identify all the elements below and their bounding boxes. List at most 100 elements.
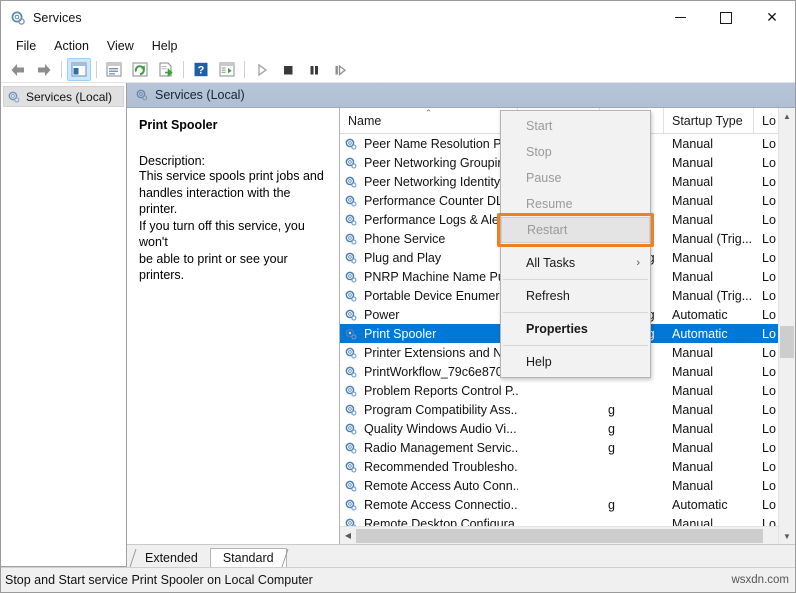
show-hide-tree-button[interactable] xyxy=(67,58,91,81)
close-button[interactable]: ✕ xyxy=(749,1,795,34)
cell-service-name: Radio Management Servic... xyxy=(340,441,518,455)
vertical-scrollbar[interactable]: ▲ ▼ xyxy=(778,108,795,544)
watermark-text: wsxdn.com xyxy=(731,574,789,586)
services-gear-icon xyxy=(344,422,360,436)
cell-startup-type: Manual xyxy=(672,250,713,265)
tab-slant-icon xyxy=(129,549,137,567)
detail-description-line: This service spools print jobs and xyxy=(139,169,324,183)
cell-service-name: Remote Desktop Configura... xyxy=(340,517,518,526)
cell-startup-type: Manual xyxy=(672,478,713,493)
cell-startup-type: Manual xyxy=(672,155,713,170)
table-row[interactable]: Recommended Troublesho... Manual Lo xyxy=(340,457,795,476)
horizontal-scroll-thumb[interactable] xyxy=(356,528,763,543)
service-detail-panel: Print Spooler Description: This service … xyxy=(127,108,340,544)
menu-help[interactable]: Help xyxy=(143,36,187,56)
cell-service-name-label: Power xyxy=(364,307,400,322)
pause-service-button[interactable] xyxy=(302,58,326,81)
detail-description-label: Description: xyxy=(139,154,205,168)
table-row[interactable]: Remote Access Auto Conn... Manual Lo xyxy=(340,476,795,495)
export-list-button[interactable] xyxy=(154,58,178,81)
services-gear-icon xyxy=(344,384,360,398)
scroll-up-icon[interactable]: ▲ xyxy=(779,108,795,124)
cell-status: g xyxy=(608,440,615,455)
vertical-scroll-track[interactable] xyxy=(779,124,795,528)
vertical-scroll-thumb[interactable] xyxy=(780,326,794,358)
table-row[interactable]: Remote Access Connectio... g Automatic Lo xyxy=(340,495,795,514)
services-gear-icon xyxy=(344,251,360,265)
tab-extended[interactable]: Extended xyxy=(129,549,210,567)
console-tree-pane: Services (Local) xyxy=(1,83,127,567)
back-button[interactable] xyxy=(6,58,30,81)
context-menu-item-start: Start xyxy=(501,113,650,139)
table-row[interactable]: Quality Windows Audio Vi... g Manual Lo xyxy=(340,419,795,438)
services-list-panel: Name ⌃ Description Status Startup Type L… xyxy=(340,108,795,544)
services-gear-icon xyxy=(344,137,360,151)
tab-label: Extended xyxy=(145,551,198,565)
services-gear-icon xyxy=(7,90,21,104)
services-gear-icon xyxy=(344,460,360,474)
detail-description-line: If you turn off this service, you won't xyxy=(139,218,305,250)
table-row[interactable]: Remote Desktop Configura... Manual Lo xyxy=(340,514,795,526)
column-header-startup-type[interactable]: Startup Type xyxy=(664,108,754,133)
start-service-button[interactable] xyxy=(250,58,274,81)
horizontal-scrollbar[interactable]: ◀ ▶ xyxy=(340,526,795,544)
cell-startup-type: Manual (Trig... xyxy=(672,231,753,246)
scroll-left-icon[interactable]: ◀ xyxy=(340,528,356,544)
cell-service-name-label: PNRP Machine Name Publi... xyxy=(364,269,518,284)
cell-startup-type: Manual xyxy=(672,516,713,527)
cell-service-name: Quality Windows Audio Vi... xyxy=(340,422,518,436)
cell-service-name-label: Peer Networking Identity M... xyxy=(364,174,518,189)
cell-service-name: Performance Counter DLL ... xyxy=(340,194,518,208)
toolbar: ? xyxy=(1,57,795,83)
stop-service-button[interactable] xyxy=(276,58,300,81)
scroll-down-icon[interactable]: ▼ xyxy=(779,528,795,544)
restart-service-button[interactable] xyxy=(328,58,352,81)
cell-startup-type: Manual xyxy=(672,459,713,474)
context-menu-item-label: Properties xyxy=(526,322,588,336)
services-gear-icon xyxy=(344,517,360,526)
column-header-label: Startup Type xyxy=(672,113,743,128)
maximize-button[interactable] xyxy=(703,1,749,34)
cell-status: g xyxy=(608,497,615,512)
refresh-button[interactable] xyxy=(128,58,152,81)
horizontal-scroll-track[interactable] xyxy=(356,528,779,544)
context-menu-item-help[interactable]: Help xyxy=(501,349,650,375)
cell-startup-type: Manual xyxy=(672,383,713,398)
column-header-label: Lo xyxy=(762,113,776,128)
help-button[interactable]: ? xyxy=(189,58,213,81)
table-row[interactable]: Problem Reports Control P... Manual Lo xyxy=(340,381,795,400)
minimize-button[interactable] xyxy=(657,1,703,34)
column-header-label: Name xyxy=(348,113,382,128)
context-menu-item-refresh[interactable]: Refresh xyxy=(501,283,650,309)
table-row[interactable]: Program Compatibility Ass... g Manual Lo xyxy=(340,400,795,419)
menu-view[interactable]: View xyxy=(98,36,143,56)
services-gear-icon xyxy=(10,10,26,26)
forward-button[interactable] xyxy=(32,58,56,81)
cell-service-name-label: Peer Networking Grouping xyxy=(364,155,512,170)
show-console-tree-button[interactable] xyxy=(215,58,239,81)
context-menu-item-stop: Stop xyxy=(501,139,650,165)
cell-service-name-label: Program Compatibility Ass... xyxy=(364,402,518,417)
sort-ascending-icon: ⌃ xyxy=(424,108,433,118)
context-menu-item-properties[interactable]: Properties xyxy=(501,316,650,342)
service-context-menu: Start Stop Pause Resume Restart All Tasks › Ref… xyxy=(497,110,654,378)
context-menu-item-label: Refresh xyxy=(526,289,570,303)
tree-item-services-local[interactable]: Services (Local) xyxy=(3,86,124,107)
cell-startup-type: Manual xyxy=(672,136,713,151)
cell-startup-type: Manual xyxy=(672,440,713,455)
cell-service-name-label: Recommended Troublesho... xyxy=(364,459,518,474)
tab-slant-icon xyxy=(281,549,289,567)
context-menu-item-all-tasks[interactable]: All Tasks › xyxy=(501,250,650,276)
cell-service-name-label: Printer Extensions and Not... xyxy=(364,345,518,360)
cell-service-name-label: Remote Access Connectio... xyxy=(364,497,518,512)
column-header-name[interactable]: Name ⌃ xyxy=(340,108,518,133)
services-gear-icon xyxy=(344,346,360,360)
cell-service-name-label: Print Spooler xyxy=(364,326,437,341)
cell-startup-type: Manual xyxy=(672,345,713,360)
properties-button[interactable] xyxy=(102,58,126,81)
menu-file[interactable]: File xyxy=(7,36,45,56)
services-gear-icon xyxy=(344,403,360,417)
menu-action[interactable]: Action xyxy=(45,36,98,56)
table-row[interactable]: Radio Management Servic... g Manual Lo xyxy=(340,438,795,457)
tab-standard[interactable]: Standard xyxy=(209,548,287,567)
